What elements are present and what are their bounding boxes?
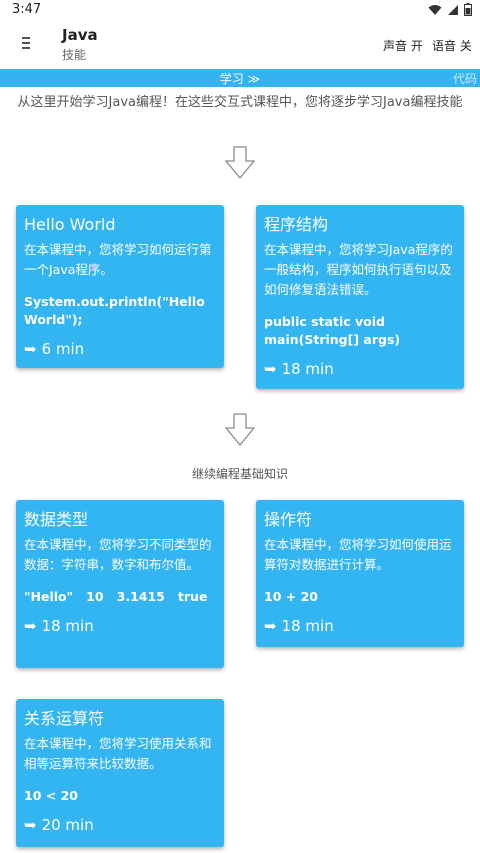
app-title: Java — [62, 26, 98, 44]
card-code-sample: public static void main(String[] args) — [264, 314, 401, 347]
intro-text: 从这里开始学习Java编程！在这些交互式课程中，您将逐步学习Java编程技能 — [17, 95, 463, 110]
card-duration-label: 18 min — [41, 617, 94, 635]
tab-bar: 学习 ≫ 代码 — [0, 69, 480, 87]
time-arrow-icon: ➥ — [24, 617, 37, 635]
card-title: 程序结构 — [264, 215, 329, 234]
card-code-sample: "Hello" 10 3.1415 true — [24, 589, 208, 604]
time-arrow-icon: ➥ — [264, 617, 277, 635]
time-arrow-icon: ➥ — [264, 360, 277, 378]
card-description: 在本课程中，您将学习Java程序的一般结构，程序如何执行语句以及如何修复语法错误… — [264, 242, 453, 297]
status-time: 3:47 — [12, 2, 42, 17]
card-title: Hello World — [24, 215, 116, 234]
lesson-card-hello-world[interactable]: Hello World 在本课程中，您将学习如何运行第一个Java程序。 Sys… — [16, 205, 224, 368]
section-label: 继续编程基础知识 — [191, 467, 288, 481]
card-duration-label: 18 min — [281, 617, 334, 635]
card-code-sample: System.out.println("Hello World"); — [24, 294, 205, 327]
card-duration: ➥ 18 min — [24, 617, 216, 635]
lesson-card-relational-operators[interactable]: 关系运算符 在本课程中，您将学习使用关系和相等运算符来比较数据。 10 < 20… — [16, 699, 224, 847]
time-arrow-icon: ➥ — [24, 340, 37, 358]
card-duration: ➥ 18 min — [264, 360, 456, 378]
status-icons — [428, 3, 472, 16]
menu-icon[interactable] — [16, 32, 36, 54]
tab-code[interactable]: 代码 — [453, 70, 477, 87]
lesson-card-operators[interactable]: 操作符 在本课程中，您将学习如何使用运算符对数据进行计算。 10 + 20 ➥ … — [256, 500, 464, 647]
card-title: 数据类型 — [24, 510, 89, 529]
card-code-sample: 10 + 20 — [264, 589, 318, 604]
app-subtitle: 技能 — [62, 48, 87, 62]
card-duration: ➥ 6 min — [24, 340, 216, 358]
card-duration-label: 20 min — [41, 816, 94, 834]
card-description: 在本课程中，您将学习不同类型的数据：字符串，数字和布尔值。 — [24, 537, 212, 572]
signal-icon — [448, 4, 458, 15]
sound-toggle-button[interactable]: 声音 开 — [383, 37, 423, 54]
card-duration-label: 18 min — [281, 360, 334, 378]
card-description: 在本课程中，您将学习使用关系和相等运算符来比较数据。 — [24, 736, 212, 771]
card-title: 关系运算符 — [24, 709, 105, 728]
wifi-icon — [428, 4, 442, 15]
time-arrow-icon: ➥ — [24, 816, 37, 834]
card-description: 在本课程中，您将学习如何运行第一个Java程序。 — [24, 242, 212, 277]
down-arrow-icon — [224, 413, 256, 447]
tab-learn[interactable]: 学习 ≫ — [0, 70, 480, 87]
card-title: 操作符 — [264, 510, 313, 529]
lesson-card-data-types[interactable]: 数据类型 在本课程中，您将学习不同类型的数据：字符串，数字和布尔值。 "Hell… — [16, 500, 224, 668]
app-bar: Java 技能 声音 开 语音 关 — [0, 20, 480, 68]
card-duration: ➥ 20 min — [24, 816, 216, 834]
lesson-card-program-structure[interactable]: 程序结构 在本课程中，您将学习Java程序的一般结构，程序如何执行语句以及如何修… — [256, 205, 464, 389]
down-arrow-icon — [224, 146, 256, 180]
voice-toggle-button[interactable]: 语音 关 — [432, 37, 472, 54]
card-description: 在本课程中，您将学习如何使用运算符对数据进行计算。 — [264, 537, 452, 572]
status-bar: 3:47 — [0, 0, 480, 20]
card-duration: ➥ 18 min — [264, 617, 456, 635]
card-duration-label: 6 min — [41, 340, 85, 358]
card-code-sample: 10 < 20 — [24, 788, 78, 803]
battery-icon — [464, 3, 472, 16]
